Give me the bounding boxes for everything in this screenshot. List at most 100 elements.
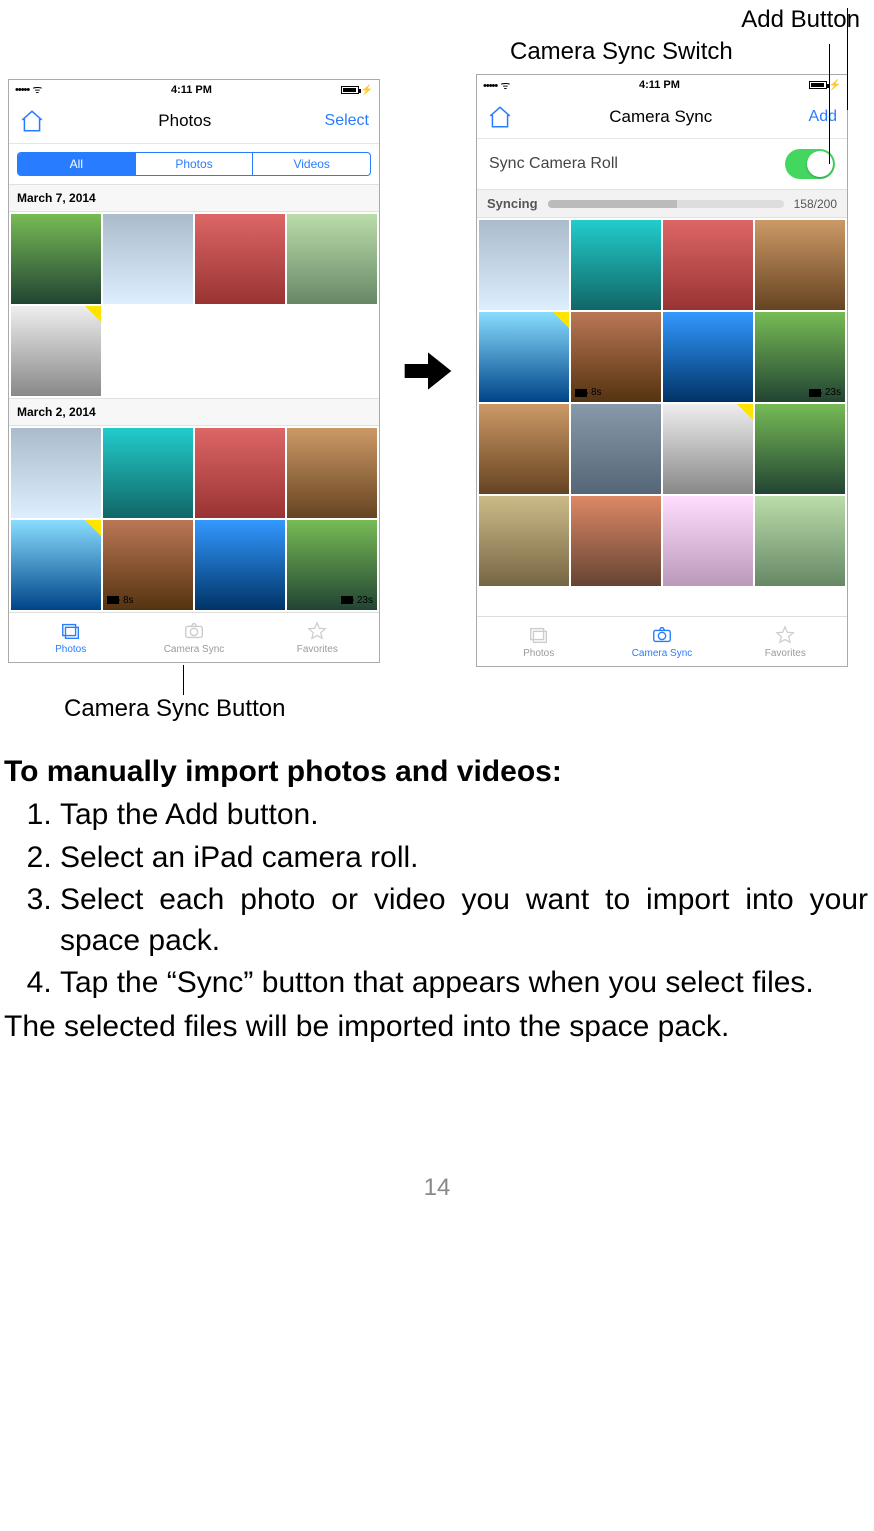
instructions-after: The selected files will be imported into… bbox=[4, 1010, 870, 1044]
video-camera-icon: 8s bbox=[575, 387, 602, 398]
photo-grid-2: 8s 23s bbox=[9, 426, 379, 612]
photo-thumb[interactable] bbox=[663, 220, 753, 310]
photo-thumb[interactable] bbox=[479, 312, 569, 402]
video-camera-icon: 8s bbox=[107, 595, 134, 606]
photo-thumb[interactable] bbox=[755, 404, 845, 494]
video-thumb[interactable]: 23s bbox=[287, 520, 377, 610]
photo-thumb[interactable] bbox=[11, 214, 101, 304]
tab-bar: Photos Camera Sync Favorites bbox=[9, 612, 379, 662]
tab-label: Favorites bbox=[765, 648, 806, 659]
photo-thumb[interactable] bbox=[479, 220, 569, 310]
tab-favorites[interactable]: Favorites bbox=[256, 613, 379, 662]
video-thumb[interactable]: 23s bbox=[755, 312, 845, 402]
callout-camera-sync-button-wrap: Camera Sync Button bbox=[0, 665, 874, 735]
video-thumb[interactable]: 8s bbox=[571, 312, 661, 402]
tab-camera-sync[interactable]: Camera Sync bbox=[600, 617, 723, 666]
nav-bar: Photos Select bbox=[9, 100, 379, 144]
phone-photos-screen: ••••• ᯤ 4:11 PM ⚡ Photos Select All Phot… bbox=[8, 79, 380, 663]
page-title: Camera Sync bbox=[609, 107, 712, 127]
photo-thumb[interactable] bbox=[11, 428, 101, 518]
photo-thumb[interactable] bbox=[479, 496, 569, 586]
tab-favorites[interactable]: Favorites bbox=[724, 617, 847, 666]
photo-thumb[interactable] bbox=[195, 428, 285, 518]
photo-thumb[interactable] bbox=[195, 214, 285, 304]
photo-thumb[interactable] bbox=[103, 428, 193, 518]
segment-videos[interactable]: Videos bbox=[253, 153, 370, 175]
status-bar: ••••• ᯤ 4:11 PM ⚡ bbox=[477, 75, 847, 95]
signal-dots: ••••• ᯤ bbox=[483, 78, 510, 93]
syncing-progress-row: Syncing 158/200 bbox=[477, 189, 847, 218]
photo-grid-1 bbox=[9, 212, 379, 398]
syncing-label: Syncing bbox=[487, 196, 538, 211]
sync-row-label: Sync Camera Roll bbox=[489, 155, 618, 173]
video-thumb[interactable]: 8s bbox=[103, 520, 193, 610]
page-number: 14 bbox=[0, 1174, 874, 1202]
tab-bar: Photos Camera Sync Favorites bbox=[477, 616, 847, 666]
photo-thumb[interactable] bbox=[571, 220, 661, 310]
instruction-step: Tap the “Sync” button that appears when … bbox=[60, 963, 870, 1004]
camera-sync-tab-icon bbox=[183, 620, 205, 642]
tab-label: Favorites bbox=[297, 644, 338, 655]
callout-add-button: Add Button bbox=[0, 6, 874, 34]
instruction-step: Tap the Add button. bbox=[60, 795, 870, 836]
sync-mark-icon bbox=[737, 404, 753, 420]
tab-label: Photos bbox=[523, 648, 554, 659]
instructions-heading: To manually import photos and videos: bbox=[4, 755, 870, 789]
arrow-right-icon bbox=[398, 343, 458, 399]
sync-mark-icon bbox=[85, 520, 101, 536]
photos-tab-icon bbox=[60, 620, 82, 642]
sync-count: 158/200 bbox=[794, 197, 837, 211]
tab-label: Camera Sync bbox=[164, 644, 225, 655]
camera-sync-tab-icon bbox=[651, 624, 673, 646]
photo-thumb[interactable] bbox=[755, 220, 845, 310]
photo-thumb[interactable] bbox=[103, 214, 193, 304]
tab-camera-sync[interactable]: Camera Sync bbox=[132, 613, 255, 662]
photo-thumb[interactable] bbox=[195, 520, 285, 610]
tab-photos[interactable]: Photos bbox=[9, 613, 132, 662]
instructions-block: To manually import photos and videos: Ta… bbox=[0, 735, 874, 1044]
photo-thumb[interactable] bbox=[663, 404, 753, 494]
camera-sync-switch[interactable] bbox=[785, 149, 835, 179]
star-icon bbox=[774, 624, 796, 646]
section-header: March 7, 2014 bbox=[9, 184, 379, 212]
segmented-control[interactable]: All Photos Videos bbox=[17, 152, 371, 176]
photo-thumb[interactable] bbox=[571, 496, 661, 586]
phone-camera-sync-screen: ••••• ᯤ 4:11 PM ⚡ Camera Sync Add Sync C… bbox=[476, 74, 848, 667]
sync-mark-icon bbox=[553, 312, 569, 328]
star-icon bbox=[306, 620, 328, 642]
tab-photos[interactable]: Photos bbox=[477, 617, 600, 666]
photo-thumb[interactable] bbox=[755, 496, 845, 586]
photo-thumb[interactable] bbox=[11, 520, 101, 610]
home-icon[interactable] bbox=[19, 108, 45, 134]
status-time: 4:11 PM bbox=[171, 84, 212, 96]
tab-label: Camera Sync bbox=[632, 648, 693, 659]
tab-label: Photos bbox=[55, 644, 86, 655]
instruction-step: Select an iPad camera roll. bbox=[60, 838, 870, 879]
segment-all[interactable]: All bbox=[18, 153, 136, 175]
select-button[interactable]: Select bbox=[325, 112, 369, 130]
home-icon[interactable] bbox=[487, 104, 513, 130]
photo-thumb[interactable] bbox=[663, 496, 753, 586]
add-button[interactable]: Add bbox=[809, 108, 837, 126]
callout-camera-sync-button: Camera Sync Button bbox=[64, 695, 285, 723]
page-title: Photos bbox=[158, 111, 211, 131]
status-time: 4:11 PM bbox=[639, 79, 680, 91]
video-camera-icon: 23s bbox=[809, 387, 841, 398]
status-bar: ••••• ᯤ 4:11 PM ⚡ bbox=[9, 80, 379, 100]
photo-thumb[interactable] bbox=[11, 306, 101, 396]
sync-photo-grid: 8s 23s bbox=[477, 218, 847, 588]
video-camera-icon: 23s bbox=[341, 595, 373, 606]
photo-thumb[interactable] bbox=[663, 312, 753, 402]
nav-bar: Camera Sync Add bbox=[477, 95, 847, 139]
battery-icon: ⚡ bbox=[341, 84, 373, 96]
photo-thumb[interactable] bbox=[287, 428, 377, 518]
callout-camera-sync-switch: Camera Sync Switch bbox=[0, 38, 874, 66]
sync-camera-roll-row: Sync Camera Roll bbox=[477, 139, 847, 189]
photo-thumb[interactable] bbox=[571, 404, 661, 494]
progress-bar bbox=[548, 200, 784, 208]
photo-thumb[interactable] bbox=[287, 214, 377, 304]
instructions-list: Tap the Add button. Select an iPad camer… bbox=[4, 795, 870, 1004]
segment-photos[interactable]: Photos bbox=[136, 153, 254, 175]
sync-mark-icon bbox=[85, 306, 101, 322]
photo-thumb[interactable] bbox=[479, 404, 569, 494]
